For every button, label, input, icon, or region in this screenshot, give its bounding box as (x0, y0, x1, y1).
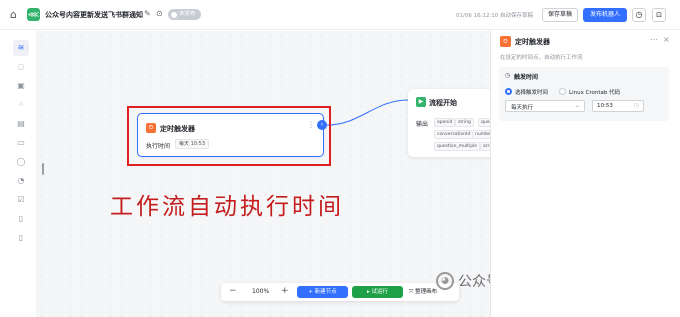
llm-icon[interactable]: ▣ (13, 78, 29, 94)
condition-icon[interactable]: ◯ (13, 154, 29, 170)
sidebar-resize-handle[interactable] (42, 163, 44, 175)
status-badge: 未发布 (168, 9, 201, 20)
note-icon[interactable]: ▯ (13, 230, 29, 246)
chevron-down-icon: ⌄ (574, 102, 580, 109)
workflow-canvas[interactable] (36, 31, 490, 317)
save-draft-button[interactable]: 保存草稿 (542, 8, 578, 22)
status-label: 未发布 (179, 11, 196, 17)
start-node-title: 流程开始 (429, 99, 457, 107)
zoom-in-button[interactable]: + (281, 286, 289, 296)
app-title: 公众号内容更新发送飞书群通知 (45, 11, 143, 19)
autosave-status: 01/06 16:12:10 自动保存草稿 (456, 13, 534, 19)
start-node[interactable]: ▶ 流程开始 输出 openid string ques conversatio… (408, 89, 498, 157)
variable-icon[interactable]: ▯ (13, 211, 29, 227)
time-value: 10:53 (597, 103, 613, 109)
zoom-level[interactable]: 100% (252, 288, 269, 295)
trigger-node-title: 定时触发器 (160, 125, 195, 133)
radio-crontab[interactable] (559, 88, 566, 95)
wechat-icon: ◕ (436, 272, 454, 290)
output-chip: question_multiple (434, 142, 481, 151)
status-dot-icon (171, 11, 177, 18)
trigger-node[interactable]: ⏲ 定时触发器 ⋮ 执行时间 每天 10:53 (137, 113, 324, 157)
radio-crontab-label[interactable]: Linux Crontab 代码 (569, 88, 620, 96)
trigger-field-label: 执行时间 (146, 143, 171, 150)
arrange-canvas-button[interactable]: ⤧ 整理画布 (409, 287, 437, 296)
more-icon[interactable]: ⋮ (307, 120, 315, 129)
database-icon[interactable]: ☑ (13, 192, 29, 208)
add-node-button[interactable]: + 新建节点 (297, 286, 348, 298)
bottom-toolbar: − 100% + + 新建节点 ▸ 试运行 ⤧ 整理画布 (221, 283, 459, 301)
run-test-button[interactable]: ▸ 试运行 (352, 286, 403, 298)
radio-select-time[interactable] (505, 88, 512, 95)
close-icon[interactable]: × (663, 35, 670, 44)
panel-description: 在设定的时间点，自动执行工作流 (500, 55, 583, 61)
plugin-icon[interactable]: ⁘ (13, 97, 29, 113)
frequency-select[interactable]: 每天执行 ⌄ (505, 100, 585, 112)
radio-select-time-label[interactable]: 选择触发时间 (515, 88, 548, 96)
app-logo-icon: ⋘ (27, 8, 40, 21)
top-bar: ⌂ ⋘ 公众号内容更新发送飞书群通知 ✎ ⊙ 未发布 01/06 16:12:1… (0, 0, 680, 30)
chat-icon[interactable]: ◌ (13, 59, 29, 75)
node-sidebar: ≋ ◌ ▣ ⁘ ▤ ▭ ◯ ◔ ☑ ▯ ▯ (0, 31, 36, 317)
output-label: 输出 (416, 121, 429, 128)
timer-icon: ⏲ (146, 123, 156, 133)
arrange-label: 整理画布 (415, 289, 438, 295)
trigger-time-section: ◷ 触发时间 选择触发时间 Linux Crontab 代码 每天执行 ⌄ 10… (499, 67, 669, 121)
frequency-value: 每天执行 (511, 105, 534, 111)
output-port-icon[interactable]: › (317, 120, 327, 130)
loop-icon[interactable]: ◔ (13, 173, 29, 189)
trigger-field-value: 每天 10:53 (175, 139, 209, 149)
panel-title: 定时触发器 (515, 38, 550, 46)
knowledge-icon[interactable]: ▭ (13, 135, 29, 151)
more-icon[interactable]: ⋯ (650, 35, 658, 44)
output-chip: string (455, 118, 474, 127)
publish-button[interactable]: 发布机器人 (583, 8, 627, 22)
zoom-out-button[interactable]: − (229, 286, 237, 296)
edit-icon[interactable]: ✎ (144, 9, 151, 18)
code-icon[interactable]: ▤ (13, 116, 29, 132)
output-chip: openid (434, 118, 456, 127)
time-input[interactable]: 10:53 ◷ (592, 100, 644, 112)
publish-status-icon[interactable]: ⊙ (156, 9, 163, 18)
start-node-icon[interactable]: ≋ (13, 40, 29, 56)
history-icon[interactable]: ◷ (632, 8, 646, 22)
lock-icon[interactable]: ⊡ (652, 8, 666, 22)
timer-icon: ⏲ (500, 36, 511, 47)
play-icon: ▶ (416, 97, 426, 107)
clock-icon: ◷ (505, 72, 511, 79)
annotation-text: 工作流自动执行时间 (110, 194, 344, 220)
output-chip: conversationId (434, 130, 474, 139)
clock-icon: ◷ (633, 102, 639, 109)
section-title: 触发时间 (514, 74, 539, 81)
home-icon[interactable]: ⌂ (10, 9, 22, 21)
